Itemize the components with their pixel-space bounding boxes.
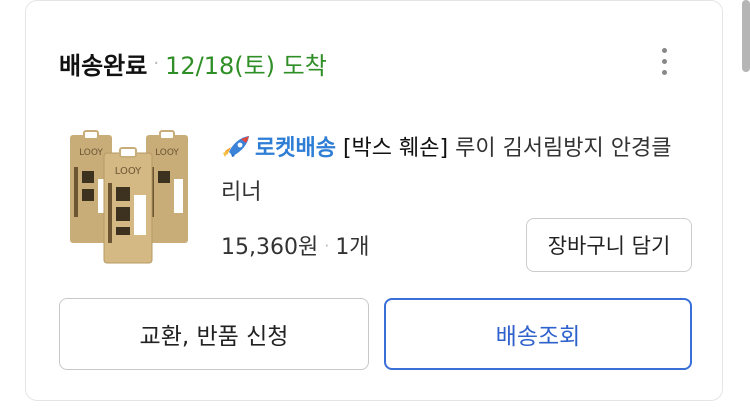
thumbnail-brand-text: LOOY xyxy=(79,148,103,158)
product-title[interactable]: 로켓배송 [박스 훼손] 루이 김서림방지 안경클리너 xyxy=(221,127,691,215)
track-delivery-button[interactable]: 배송조회 xyxy=(384,298,692,370)
svg-text:LOOY: LOOY xyxy=(115,166,142,177)
product-thumbnail[interactable]: LOOY LOOY LOOY xyxy=(66,129,196,264)
more-options-icon[interactable] xyxy=(652,41,676,81)
delivery-status: 배송완료 xyxy=(59,51,148,80)
product-price: 15,360원 xyxy=(221,235,319,260)
add-to-cart-button[interactable]: 장바구니 담기 xyxy=(526,218,692,272)
order-card: 배송완료 · 12/18(토) 도착 LOOY LOOY LOOY 로켓배송 [… xyxy=(25,0,723,401)
product-quantity: 1개 xyxy=(335,235,370,260)
order-header: 배송완료 · 12/18(토) 도착 xyxy=(59,43,327,83)
exchange-return-button[interactable]: 교환, 반품 신청 xyxy=(59,298,369,370)
product-tag: [박스 훼손] xyxy=(342,136,449,161)
rocket-icon xyxy=(221,131,251,157)
svg-text:LOOY: LOOY xyxy=(155,148,179,158)
price-row: 15,360원 · 1개 xyxy=(221,227,370,263)
scrollbar[interactable] xyxy=(742,0,750,72)
rocket-delivery-badge: 로켓배송 xyxy=(255,136,336,161)
price-separator-dot: · xyxy=(324,235,330,255)
arrival-date: 12/18(토) 도착 xyxy=(165,51,327,80)
separator-dot: · xyxy=(153,52,160,74)
